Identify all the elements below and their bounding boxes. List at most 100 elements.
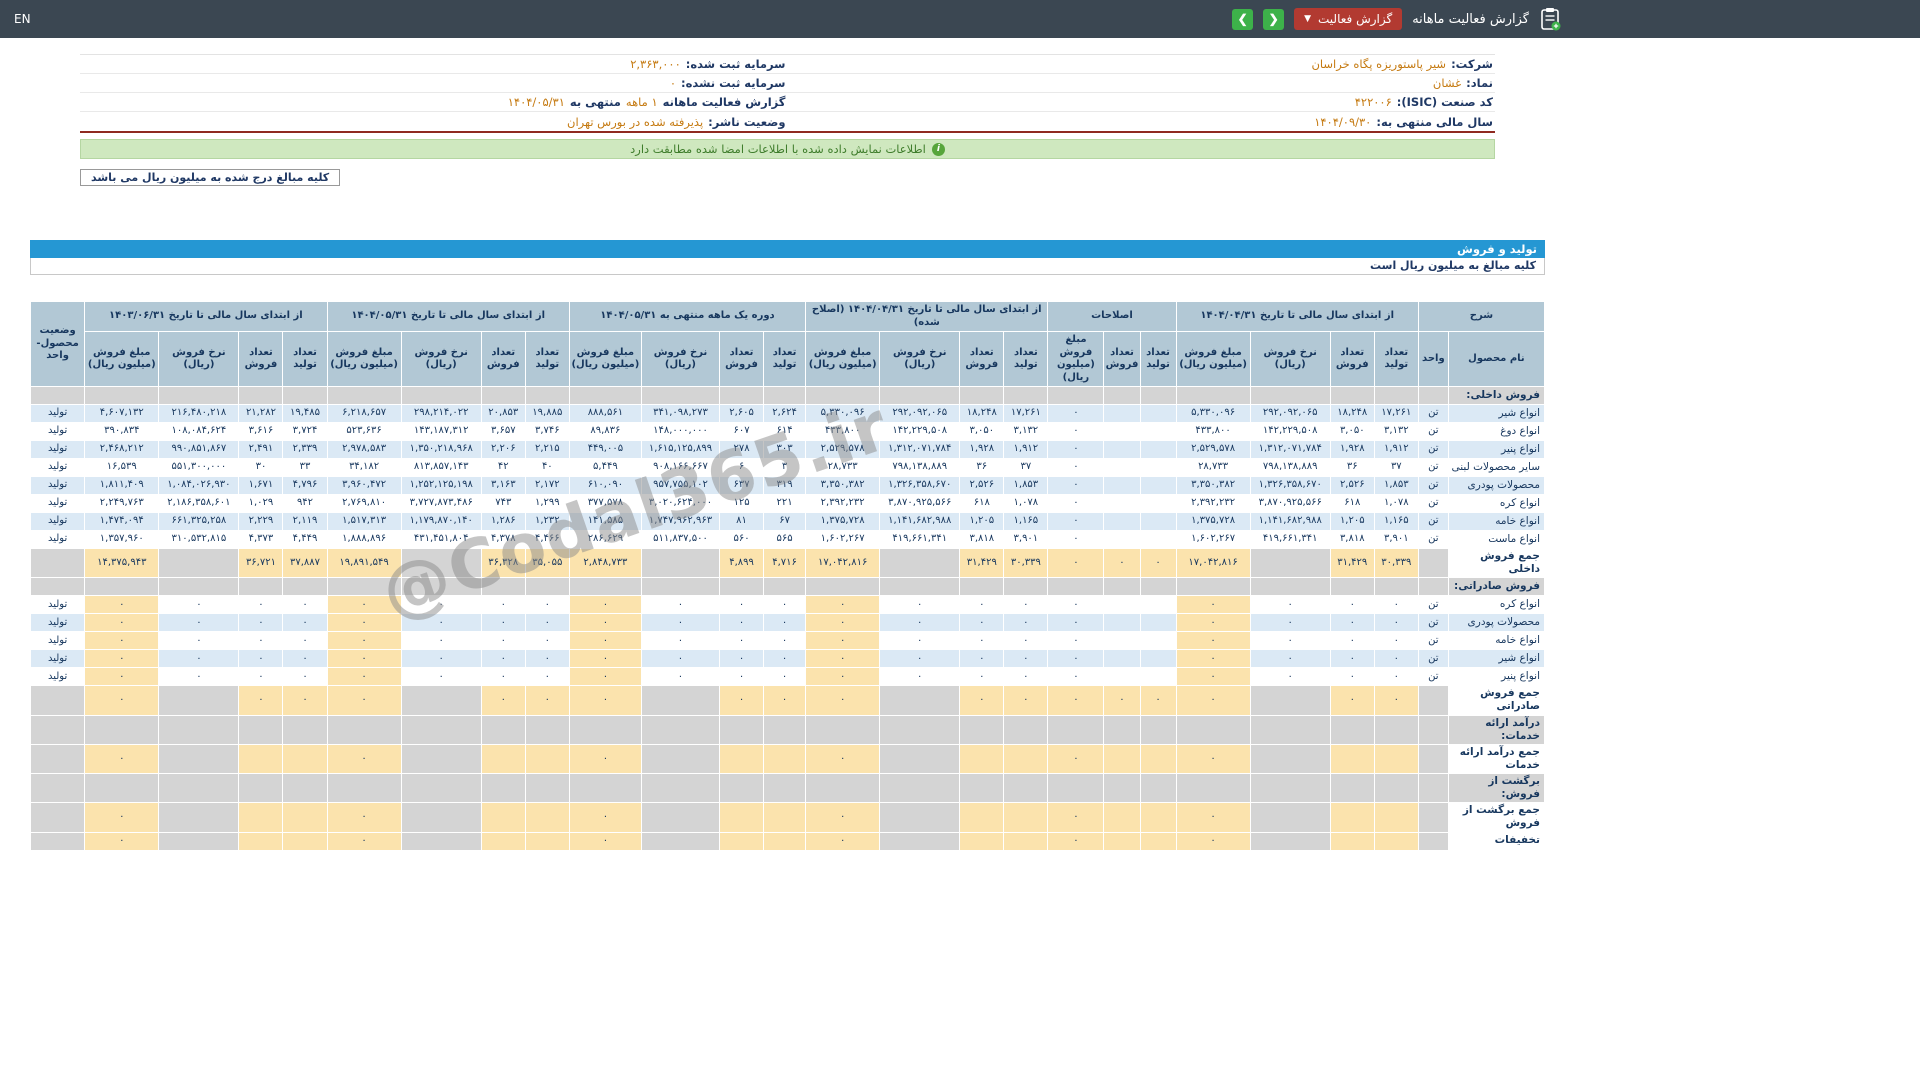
product-name-cell: انواع پنیر <box>1448 668 1544 686</box>
value-cell: ۵۶۰ <box>720 531 764 549</box>
value-cell: ۰ <box>960 596 1004 614</box>
topbar-inner: گزارش فعالیت ماهانه گزارش فعالیت ▼ ❮ ❯ E… <box>0 0 1575 38</box>
value-cell: ۰ <box>401 632 481 650</box>
table-row: فروش داخلی: <box>31 387 1545 405</box>
status-cell: تولید <box>31 614 85 632</box>
product-name-cell: انواع پنیر <box>1448 441 1544 459</box>
info-value: ۱۴۰۴/۰۹/۳۰ <box>1314 115 1371 129</box>
value-cell <box>1004 715 1048 744</box>
info-row: سرمایه ثبت نشده:۰ <box>80 74 788 93</box>
value-cell: ۰ <box>525 650 569 668</box>
value-cell: ۱۲۵ <box>720 495 764 513</box>
column-header: مبلغ فروش (میلیون ریال) <box>1176 332 1250 387</box>
value-cell: ۲۸,۷۳۳ <box>806 459 880 477</box>
table-row: انواع پنیرتن۱,۹۱۲۱,۹۲۸۱,۳۱۲,۰۷۱,۷۸۴۲,۵۲۹… <box>31 441 1545 459</box>
value-cell: ۰ <box>569 803 641 832</box>
status-cell <box>31 715 85 744</box>
production-sales-table: شرحاز ابتدای سال مالی تا تاریخ ۱۴۰۴/۰۴/۳… <box>30 301 1545 851</box>
value-cell <box>327 387 401 405</box>
column-header: مبلغ فروش (میلیون ریال) <box>85 332 159 387</box>
value-cell: ۴,۷۱۶ <box>764 549 806 578</box>
value-cell: ۰ <box>401 596 481 614</box>
value-cell <box>880 578 960 596</box>
table-row: محصولات پودریتن۰۰۰۰۰۰۰۰۰۰۰۰۰۰۰۰۰۰۰۰۰تولی… <box>31 614 1545 632</box>
value-cell: ۳۵,۰۵۵ <box>525 549 569 578</box>
value-cell: ۰ <box>880 632 960 650</box>
next-report-button[interactable]: ❯ <box>1232 9 1253 30</box>
value-cell: ۰ <box>806 596 880 614</box>
value-cell: ۱,۸۱۱,۴۰۹ <box>85 477 159 495</box>
value-cell: ۶۱۸ <box>960 495 1004 513</box>
value-cell: ۴۳۳,۸۰۰ <box>1176 423 1250 441</box>
value-cell: ۸۱۳,۸۵۷,۱۴۳ <box>401 459 481 477</box>
value-cell <box>1104 715 1140 744</box>
value-cell: ۶ <box>720 459 764 477</box>
value-cell: ۳,۱۳۲ <box>1004 423 1048 441</box>
info-value: غشان <box>1433 76 1461 90</box>
value-cell <box>641 744 719 773</box>
value-cell <box>720 715 764 744</box>
value-cell: ۰ <box>327 614 401 632</box>
value-cell: ۰ <box>1048 495 1104 513</box>
value-cell: ۰ <box>327 803 401 832</box>
value-cell: ۱۹,۸۸۵ <box>525 405 569 423</box>
value-cell: ۵۵۱,۳۰۰,۰۰۰ <box>159 459 239 477</box>
value-cell: ۰ <box>1176 596 1250 614</box>
value-cell <box>720 832 764 850</box>
info-label: منتهی به <box>570 95 621 109</box>
value-cell <box>1140 803 1176 832</box>
value-cell <box>1250 578 1330 596</box>
value-cell <box>720 774 764 803</box>
value-cell <box>641 387 719 405</box>
value-cell: ۰ <box>85 803 159 832</box>
value-cell: ۰ <box>481 614 525 632</box>
product-name-cell: تخفیفات <box>1448 832 1544 850</box>
column-header: تعداد تولید <box>1374 332 1418 387</box>
value-cell <box>481 387 525 405</box>
value-cell: ۷۹۸,۱۳۸,۸۸۹ <box>1250 459 1330 477</box>
header-group-row: شرحاز ابتدای سال مالی تا تاریخ ۱۴۰۴/۰۴/۳… <box>31 302 1545 332</box>
value-cell: ۰ <box>1374 632 1418 650</box>
value-cell <box>1176 578 1250 596</box>
value-cell: ۰ <box>1374 596 1418 614</box>
value-cell <box>1374 744 1418 773</box>
value-cell <box>1104 423 1140 441</box>
section-subtitle: کلیه مبالغ به میلیون ریال است <box>30 258 1545 275</box>
value-cell <box>525 715 569 744</box>
value-cell <box>401 774 481 803</box>
value-cell: ۰ <box>239 614 283 632</box>
value-cell: ۰ <box>806 686 880 715</box>
value-cell: ۰ <box>1048 614 1104 632</box>
value-cell: ۰ <box>283 686 327 715</box>
value-cell <box>239 744 283 773</box>
value-cell: ۰ <box>720 668 764 686</box>
value-cell <box>641 774 719 803</box>
report-type-dropdown[interactable]: گزارش فعالیت ▼ <box>1294 8 1402 30</box>
value-cell: ۰ <box>569 668 641 686</box>
status-cell: تولید <box>31 405 85 423</box>
value-cell: ۰ <box>641 668 719 686</box>
value-cell: ۲,۲۱۵ <box>525 441 569 459</box>
language-toggle[interactable]: EN <box>14 12 31 26</box>
product-name-cell: انواع کره <box>1448 495 1544 513</box>
value-cell: ۳۶ <box>1330 459 1374 477</box>
value-cell <box>327 715 401 744</box>
value-cell: ۱۴۲,۲۲۹,۵۰۸ <box>880 423 960 441</box>
value-cell: ۱,۰۷۸ <box>1004 495 1048 513</box>
value-cell: ۰ <box>85 832 159 850</box>
value-cell: ۲,۳۹۲,۲۳۲ <box>806 495 880 513</box>
value-cell: ۳,۳۵۰,۳۸۲ <box>806 477 880 495</box>
unit-cell: تن <box>1418 650 1448 668</box>
prev-report-button[interactable]: ❮ <box>1263 9 1284 30</box>
value-cell: ۰ <box>1176 650 1250 668</box>
info-row: نماد:غشان <box>788 74 1496 93</box>
value-cell: ۴۲ <box>481 459 525 477</box>
value-cell: ۰ <box>525 632 569 650</box>
value-cell: ۲۹۲,۰۹۲,۰۶۵ <box>880 405 960 423</box>
status-cell <box>31 744 85 773</box>
value-cell <box>1048 715 1104 744</box>
value-cell <box>1104 459 1140 477</box>
unit-cell <box>1418 803 1448 832</box>
value-cell: ۰ <box>1176 686 1250 715</box>
value-cell <box>525 774 569 803</box>
